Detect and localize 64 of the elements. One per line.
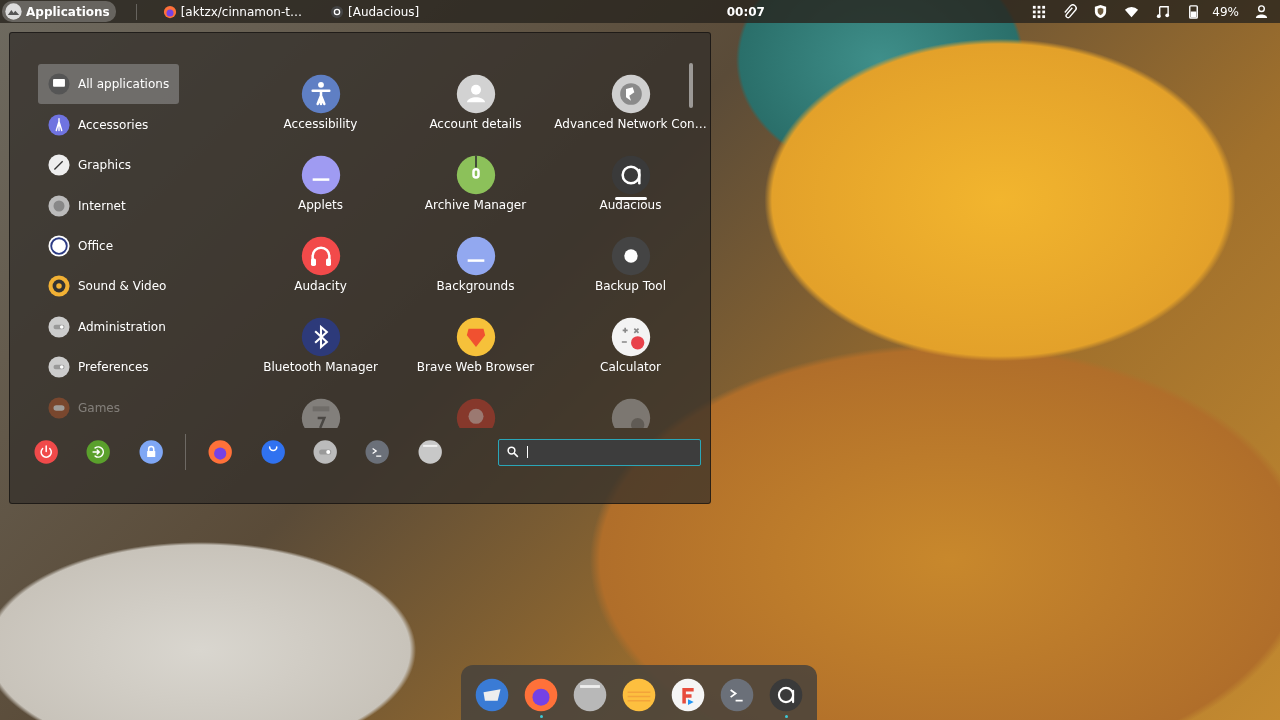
monitor-icon [48, 73, 70, 96]
person-icon [300, 74, 341, 114]
category-item[interactable]: Accessories [38, 104, 159, 145]
zipper-icon [455, 155, 496, 195]
fox-icon [162, 4, 177, 19]
wifi-icon[interactable] [1124, 4, 1140, 19]
category-item[interactable]: Graphics [38, 144, 141, 186]
app-launcher[interactable]: Advanced Network Con… [553, 74, 708, 155]
user-icon [455, 74, 496, 114]
toggle-icon[interactable] [312, 439, 338, 465]
power-icon[interactable] [34, 439, 59, 465]
user-icon[interactable] [1254, 4, 1269, 19]
calendar-icon[interactable] [300, 398, 341, 428]
notes-icon[interactable] [622, 678, 656, 712]
app-launcher[interactable]: Account details [398, 74, 553, 155]
paperclip-icon[interactable] [1062, 4, 1078, 19]
app-launcher[interactable]: Audacity [243, 236, 398, 317]
folder-icon[interactable] [417, 439, 443, 465]
window-button[interactable]: [Audacious] [324, 4, 426, 19]
app-launcher[interactable]: Backgrounds [398, 236, 553, 317]
category-item[interactable]: Internet [38, 185, 136, 226]
app-launcher[interactable]: Accessibility [243, 74, 398, 155]
speaker-icon [48, 275, 70, 298]
mountain-icon [5, 3, 22, 20]
music-note-icon[interactable] [1155, 4, 1171, 19]
app-launcher[interactable]: Archive Manager [398, 155, 553, 236]
bag-icon[interactable] [260, 439, 285, 465]
category-item[interactable]: Preferences [38, 347, 159, 388]
terminal-icon[interactable] [720, 678, 754, 712]
logout-icon[interactable] [86, 439, 111, 465]
shield-icon[interactable] [1093, 4, 1109, 19]
scrollbar-thumb[interactable] [689, 63, 693, 108]
search-icon [507, 446, 520, 458]
terminal-icon[interactable] [365, 439, 390, 465]
applications-menu-button[interactable]: Applications [2, 1, 116, 22]
category-item[interactable]: Administration [38, 306, 176, 348]
knob-icon [610, 236, 651, 276]
search-field[interactable] [498, 438, 702, 466]
category-item[interactable]: Sound & Video [38, 266, 177, 307]
firefox-icon[interactable] [524, 678, 558, 712]
toggle-icon [48, 356, 70, 379]
category-item[interactable]: Office [38, 225, 124, 267]
letter-a-icon [610, 155, 651, 195]
app-launcher[interactable]: Backup Tool [553, 236, 708, 317]
headphones-icon [300, 236, 341, 276]
app-launcher[interactable]: Calculator [553, 317, 708, 398]
letter-a-icon[interactable] [769, 678, 803, 712]
app-launcher[interactable]: Bluetooth Manager [243, 317, 398, 398]
bluetooth-icon [300, 317, 341, 357]
folder-icon[interactable] [573, 678, 607, 712]
grid-icon[interactable] [1031, 4, 1047, 19]
category-item[interactable]: All applications [38, 64, 180, 105]
battery-percentage: 49% [1212, 4, 1239, 19]
toggle-icon [48, 315, 70, 338]
app-launcher[interactable]: Audacious [553, 155, 708, 236]
app-launcher[interactable]: Brave Web Browser [398, 317, 553, 398]
letter-a-icon [330, 4, 344, 19]
calculator-icon [610, 317, 651, 357]
padlock-icon[interactable] [138, 439, 164, 465]
firefox-icon[interactable] [208, 439, 233, 465]
clock-text: 00:07 [726, 4, 765, 19]
app-launcher[interactable]: Applets [243, 155, 398, 236]
letter-f-icon[interactable] [671, 678, 705, 712]
window-button[interactable]: [aktzx/cinnamon-t… [156, 4, 308, 19]
